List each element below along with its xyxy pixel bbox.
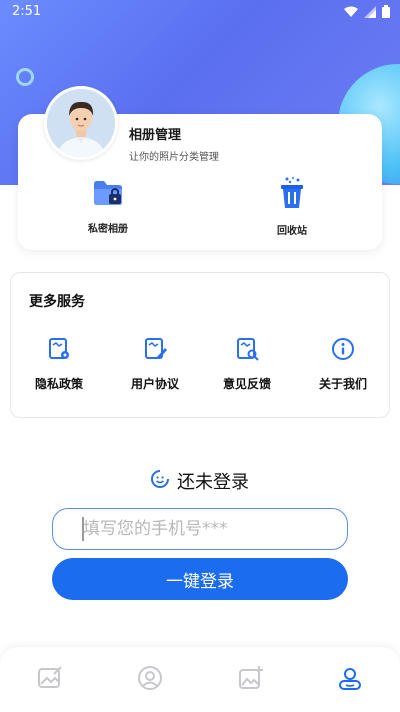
user-agreement-button[interactable]: 用户协议 <box>115 337 195 392</box>
avatar-person-icon <box>47 89 115 157</box>
agreement-document-icon <box>143 337 167 365</box>
privacy-document-icon <box>47 337 71 365</box>
services-title: 更多服务 <box>29 294 85 310</box>
privacy-policy-button[interactable]: 隐私政策 <box>19 337 99 392</box>
status-bar: 2:51 <box>0 0 400 24</box>
feedback-button[interactable]: 意见反馈 <box>207 337 287 392</box>
battery-icon <box>382 5 390 18</box>
image-add-icon <box>238 665 264 695</box>
about-us-button[interactable]: 关于我们 <box>303 337 383 392</box>
tab-photo-edit[interactable] <box>35 665 65 695</box>
tab-add-image[interactable] <box>236 665 266 695</box>
privacy-policy-label: 隐私政策 <box>34 377 83 391</box>
avatar[interactable] <box>44 86 118 160</box>
about-us-label: 关于我们 <box>318 377 367 391</box>
smile-icon <box>151 470 169 492</box>
feedback-label: 意见反馈 <box>222 377 271 391</box>
decor-ring <box>16 68 34 86</box>
info-icon <box>331 337 355 365</box>
recycle-bin-button[interactable]: 回收站 <box>262 176 322 237</box>
one-click-login-button[interactable]: 一键登录 <box>52 558 348 600</box>
folder-lock-icon <box>92 178 124 212</box>
login-status-text: 还未登录 <box>177 472 249 493</box>
status-time: 2:51 <box>12 4 42 19</box>
profile-page: 2:51 相册管理 让你的照片分类管理 私密相册 回收站 更多服务 隐私政策 用… <box>0 0 400 712</box>
more-services-card: 更多服务 隐私政策 用户协议 意见反馈 关于我们 <box>10 272 390 418</box>
phone-input[interactable] <box>52 508 348 550</box>
photo-edit-icon <box>37 665 63 695</box>
recycle-bin-label: 回收站 <box>277 226 307 237</box>
album-title: 相册管理 <box>129 128 182 143</box>
user-agreement-label: 用户协议 <box>130 377 179 391</box>
private-album-label: 私密相册 <box>88 224 128 235</box>
private-album-button[interactable]: 私密相册 <box>78 178 138 235</box>
album-subtitle: 让你的照片分类管理 <box>129 152 219 163</box>
signal-icon <box>364 5 376 18</box>
face-icon <box>137 665 163 695</box>
tab-face[interactable] <box>135 665 165 695</box>
trash-icon <box>279 176 305 214</box>
login-status: 还未登录 <box>0 468 400 494</box>
user-icon <box>337 665 363 695</box>
text-caret <box>82 517 84 541</box>
feedback-document-icon <box>235 337 259 365</box>
bottom-tabbar <box>0 647 400 712</box>
wifi-icon <box>344 6 358 18</box>
tab-profile[interactable] <box>335 665 365 695</box>
